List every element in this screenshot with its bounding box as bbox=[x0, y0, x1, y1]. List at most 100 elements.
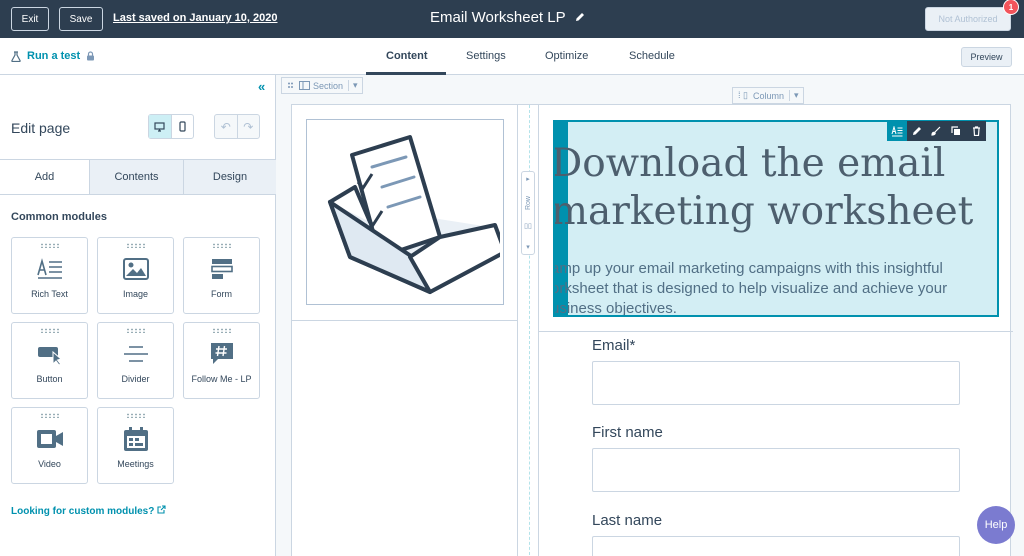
email-field[interactable] bbox=[592, 361, 960, 405]
sidebar-tab-add[interactable]: Add bbox=[0, 160, 89, 194]
row-handle[interactable]: ▸ Row ▯▯ ▾ bbox=[521, 171, 535, 255]
rich-text-icon[interactable] bbox=[887, 121, 907, 141]
redo-icon[interactable]: ↷ bbox=[238, 115, 260, 138]
sidebar-tab-contents[interactable]: Contents bbox=[89, 160, 183, 194]
undo-icon[interactable]: ↶ bbox=[215, 115, 238, 138]
module-label: Meetings bbox=[117, 459, 154, 469]
module-divider[interactable]: Divider bbox=[97, 322, 174, 399]
column-label: Column bbox=[752, 90, 784, 101]
collapse-sidebar-icon[interactable]: « bbox=[258, 79, 265, 94]
module-button[interactable]: Button bbox=[11, 322, 88, 399]
module-label: Divider bbox=[121, 374, 150, 384]
first-name-label: First name bbox=[592, 424, 663, 441]
hero-text-line-2: orksheet that is designed to help visual… bbox=[553, 280, 948, 297]
undo-redo-group: ↶ ↷ bbox=[214, 114, 260, 139]
flask-icon bbox=[11, 50, 21, 62]
hero-heading[interactable]: Download the email marketing worksheet bbox=[553, 140, 997, 236]
mobile-view-icon[interactable] bbox=[172, 115, 194, 138]
pencil-icon[interactable] bbox=[574, 11, 586, 23]
module-label: Button bbox=[36, 374, 63, 384]
module-follow-me[interactable]: Follow Me - LP bbox=[183, 322, 260, 399]
button-icon bbox=[36, 341, 64, 367]
desktop-view-icon[interactable] bbox=[149, 115, 172, 138]
rich-text-module-selected[interactable]: Download the email marketing worksheet am… bbox=[553, 120, 999, 317]
hero-text-line-1: amp up your email marketing campaigns wi… bbox=[553, 260, 943, 277]
preview-button[interactable]: Preview bbox=[961, 47, 1012, 67]
brush-icon[interactable] bbox=[927, 121, 947, 141]
top-bar: Exit Save Last saved on January 10, 2020… bbox=[0, 0, 1024, 38]
notification-badge: 1 bbox=[1003, 0, 1019, 15]
module-video[interactable]: Video bbox=[11, 407, 88, 484]
meetings-icon bbox=[122, 426, 150, 452]
module-form[interactable]: Form bbox=[183, 237, 260, 314]
drag-handle-icon bbox=[125, 328, 146, 333]
drag-handle-icon bbox=[39, 243, 60, 248]
cell-divider bbox=[539, 331, 1013, 332]
tab-optimize[interactable]: Optimize bbox=[545, 50, 588, 62]
hero-heading-line-1: Download the email bbox=[553, 141, 946, 186]
module-image[interactable]: Image bbox=[97, 237, 174, 314]
hero-heading-line-2: marketing worksheet bbox=[553, 189, 974, 234]
drag-handle-icon bbox=[125, 413, 146, 418]
external-link-icon bbox=[157, 505, 166, 514]
hero-text[interactable]: amp up your email marketing campaigns wi… bbox=[553, 259, 997, 317]
drag-handle-icon bbox=[211, 328, 232, 333]
last-name-field[interactable] bbox=[592, 536, 960, 556]
save-button[interactable]: Save bbox=[59, 7, 103, 31]
follow-me-icon bbox=[208, 341, 236, 367]
chevron-down-icon[interactable]: ▾ bbox=[348, 80, 362, 91]
sidebar-title: Edit page bbox=[11, 120, 71, 136]
module-label: Form bbox=[211, 289, 232, 299]
module-rich-text[interactable]: Rich Text bbox=[11, 237, 88, 314]
trash-icon[interactable] bbox=[966, 121, 986, 141]
page-preview: ▸ Row ▯▯ ▾ Download the email marketing w… bbox=[291, 104, 1013, 556]
first-name-field[interactable] bbox=[592, 448, 960, 492]
divider-icon bbox=[122, 341, 150, 367]
tab-schedule[interactable]: Schedule bbox=[629, 50, 675, 62]
clone-icon[interactable] bbox=[946, 121, 966, 141]
drag-handle-icon bbox=[39, 413, 60, 418]
video-icon bbox=[36, 426, 64, 452]
right-column[interactable]: Download the email marketing worksheet am… bbox=[538, 105, 1013, 556]
module-label: Rich Text bbox=[31, 289, 68, 299]
section-icon bbox=[299, 81, 310, 90]
last-name-label: Last name bbox=[592, 512, 663, 529]
envelope-image[interactable] bbox=[306, 119, 504, 305]
row-icon: ▯▯ bbox=[524, 223, 532, 231]
image-cell[interactable] bbox=[292, 105, 518, 321]
sidebar-tabs: Add Contents Design bbox=[0, 159, 276, 195]
tab-settings[interactable]: Settings bbox=[466, 50, 506, 62]
sidebar-tab-design[interactable]: Design bbox=[183, 160, 276, 194]
run-test-link[interactable]: Run a test bbox=[11, 50, 95, 62]
hero-text-line-3: usiness objectives. bbox=[553, 300, 677, 317]
help-button[interactable]: Help bbox=[977, 506, 1015, 544]
exit-button[interactable]: Exit bbox=[11, 7, 49, 31]
drag-handle-icon bbox=[288, 82, 293, 88]
lock-icon bbox=[87, 51, 95, 61]
drag-handle-icon bbox=[39, 328, 60, 333]
row-label: Row bbox=[524, 195, 532, 210]
module-meetings[interactable]: Meetings bbox=[97, 407, 174, 484]
form-icon bbox=[208, 256, 236, 282]
drag-handle-icon: ⁞ ▯ bbox=[738, 90, 748, 100]
publish-button[interactable]: Not Authorized bbox=[925, 7, 1011, 31]
custom-modules-link[interactable]: Looking for custom modules? bbox=[11, 505, 166, 517]
tab-content[interactable]: Content bbox=[386, 50, 428, 62]
module-toolbar bbox=[887, 121, 986, 141]
module-label: Follow Me - LP bbox=[191, 374, 252, 384]
page-title[interactable]: Email Worksheet LP bbox=[430, 9, 566, 26]
module-label: Video bbox=[38, 459, 61, 469]
left-column[interactable] bbox=[292, 105, 518, 556]
column-tag[interactable]: ⁞ ▯ Column ▾ bbox=[732, 87, 804, 104]
chevron-down-icon: ▾ bbox=[526, 243, 530, 251]
module-label: Image bbox=[122, 289, 148, 299]
run-test-label: Run a test bbox=[27, 50, 81, 62]
rich-text-icon bbox=[36, 256, 64, 282]
envelope-illustration-icon bbox=[328, 135, 500, 294]
chevron-up-icon: ▸ bbox=[526, 176, 530, 183]
section-tag[interactable]: Section ▾ bbox=[281, 77, 363, 94]
chevron-down-icon[interactable]: ▾ bbox=[788, 90, 803, 101]
custom-modules-label: Looking for custom modules? bbox=[11, 506, 155, 517]
pencil-icon[interactable] bbox=[907, 121, 927, 141]
last-saved-link[interactable]: Last saved on January 10, 2020 bbox=[113, 12, 277, 24]
